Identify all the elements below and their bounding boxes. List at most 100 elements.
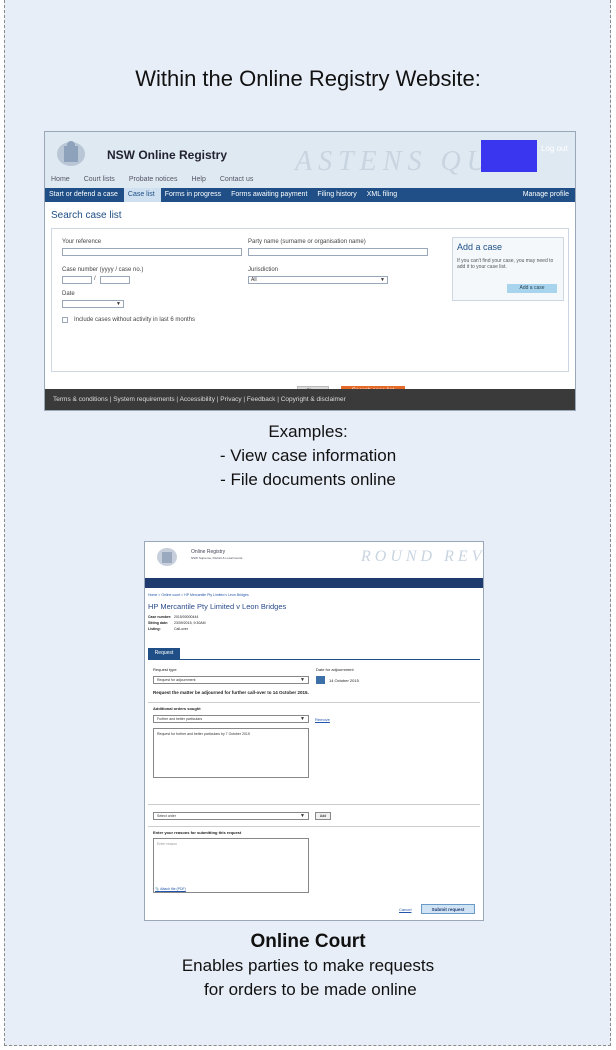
additional-orders-select[interactable]: Further and better particulars ▼ [153,715,309,723]
cancel-link[interactable]: Cancel [399,907,411,912]
court-screenshot: ROUND REVIEWS Online Registry NSW Suprem… [144,541,484,921]
adjournment-date-label: Date for adjournment [316,667,354,672]
tab-xml-filing[interactable]: XML filing [363,188,403,202]
court-header: ROUND REVIEWS Online Registry NSW Suprem… [145,542,483,578]
request-type-value: Request for adjournment [157,678,196,682]
add-order-button[interactable]: Add [315,812,331,820]
case-number-key: Case number: [148,615,172,619]
party-name-label: Party name (surname or organisation name… [248,239,366,245]
top-link-help[interactable]: Help [191,176,205,183]
registry-nav: Start or defend a case Case list Forms i… [45,188,575,202]
tab-manage-profile[interactable]: Manage profile [519,188,575,202]
case-number-value: 2015/00000444 [174,615,199,619]
sitting-date-value: 23/09/2015, 9:30AM [174,621,206,625]
court-title-line2: NSW Supreme, District & Local Courts [191,556,243,560]
reasons-label: Enter your reasons for submitting this r… [153,830,242,835]
tab-forms-awaiting-payment[interactable]: Forms awaiting payment [227,188,313,202]
listing-key: Listing: [148,627,161,631]
top-link-contact[interactable]: Contact us [220,176,253,183]
example-file-documents: - File documents online [220,470,396,489]
party-name-input[interactable] [248,248,428,256]
listing-row: Listing: Call-over [148,627,188,631]
case-title: HP Mercantile Pty Limited v Leon Bridges [148,602,287,611]
listing-value: Call-over [174,627,189,631]
jurisdiction-select[interactable]: All ▼ [248,276,388,284]
sitting-date-key: Sitting date: [148,621,169,625]
select-order-value: Select order [157,814,176,818]
case-no-input[interactable] [100,276,130,284]
top-link-home[interactable]: Home [51,176,70,183]
chevron-down-icon: ▼ [380,277,385,283]
registry-footer[interactable]: Terms & conditions | System requirements… [45,389,575,410]
your-reference-input[interactable] [62,248,242,256]
chevron-down-icon: ▼ [300,813,305,819]
tab-start-case[interactable]: Start or defend a case [45,188,124,202]
reasons-textarea[interactable]: Enter reason [153,838,309,893]
tab-underline [148,659,480,660]
add-case-title: Add a case [457,242,503,252]
case-number-row: Case number: 2015/00000444 [148,615,198,619]
additional-orders-text[interactable]: Request for further and better particula… [153,728,309,778]
online-court-line2: for orders to be made online [199,980,417,999]
case-year-input[interactable] [62,276,92,284]
search-case-list-title: Search case list [51,210,122,221]
top-links: Home Court lists Probate notices Help Co… [51,176,253,183]
registry-screenshot: ASTENS QUAY NSW Online Registry Log out … [44,131,576,411]
online-court-caption: Online Court Enables parties to make req… [0,930,616,1002]
jurisdiction-label: Jurisdiction [248,267,279,273]
tab-filing-history[interactable]: Filing history [313,188,362,202]
sitting-date-row: Sitting date: 23/09/2015, 9:30AM [148,621,206,625]
page-heading: Within the Online Registry Website: [135,66,481,91]
tab-request[interactable]: Request [148,648,180,659]
attach-file-link[interactable]: 📎 Attach file (PDF) [155,887,186,891]
add-case-panel: Add a case If you can't find your case, … [452,237,564,301]
add-case-desc: If you can't find your case, you may nee… [457,258,554,270]
include-inactive-checkbox[interactable] [62,317,68,323]
divider [148,826,480,827]
logout-link[interactable]: Log out [541,144,568,153]
additional-orders-label: Additional orders sought [153,706,201,711]
nsw-crest-icon [57,141,85,166]
date-select[interactable]: ▼ [62,300,124,308]
top-link-probate[interactable]: Probate notices [129,176,178,183]
examples-caption: Examples: - View case information - File… [0,420,616,492]
search-form: Your reference Party name (surname or or… [51,228,569,372]
attach-file-label: Attach file (PDF) [160,887,186,891]
online-court-line1: Enables parties to make requests [181,956,435,975]
include-inactive-label: Include cases without activity in last 6… [74,317,196,323]
breadcrumb[interactable]: Home > Online court > HP Mercantile Pty … [148,593,249,597]
example-view-case: - View case information [219,446,397,465]
divider [148,804,480,805]
chevron-down-icon: ▼ [116,301,121,307]
registry-title: NSW Online Registry [107,148,228,162]
nsw-crest-icon [157,548,177,566]
top-link-court-lists[interactable]: Court lists [84,176,115,183]
court-watermark: ROUND REVIEWS [361,548,484,565]
tab-forms-in-progress[interactable]: Forms in progress [161,188,227,202]
request-type-label: Request type [153,667,177,672]
tab-case-list[interactable]: Case list [123,188,161,202]
adjournment-date-value: 14 October 2015 [329,678,359,683]
your-reference-label: Your reference [62,239,102,245]
redacted-block [481,140,537,172]
remove-link[interactable]: Remove [315,717,330,722]
case-number-slash: / [94,276,96,282]
examples-title: Examples: [268,422,348,441]
online-court-title: Online Court [250,931,366,952]
registry-header: ASTENS QUAY NSW Online Registry Log out … [45,132,575,188]
submit-request-button[interactable]: Submit request [421,904,475,914]
add-case-button[interactable]: Add a case [507,284,557,293]
court-app-title: Online Registry NSW Supreme, District & … [191,549,242,561]
calendar-icon[interactable] [316,676,325,684]
chevron-down-icon: ▼ [300,677,305,683]
paperclip-icon: 📎 [155,887,160,891]
date-label: Date [62,291,75,297]
request-type-select[interactable]: Request for adjournment ▼ [153,676,309,684]
case-number-label: Case number (yyyy / case no.) [62,267,144,273]
jurisdiction-value: All [251,277,257,283]
chevron-down-icon: ▼ [300,716,305,722]
select-order-dropdown[interactable]: Select order ▼ [153,812,309,820]
court-nav-bar [145,578,483,588]
request-sentence: Request the matter be adjourned for furt… [153,690,309,695]
additional-orders-value: Further and better particulars [157,717,203,721]
